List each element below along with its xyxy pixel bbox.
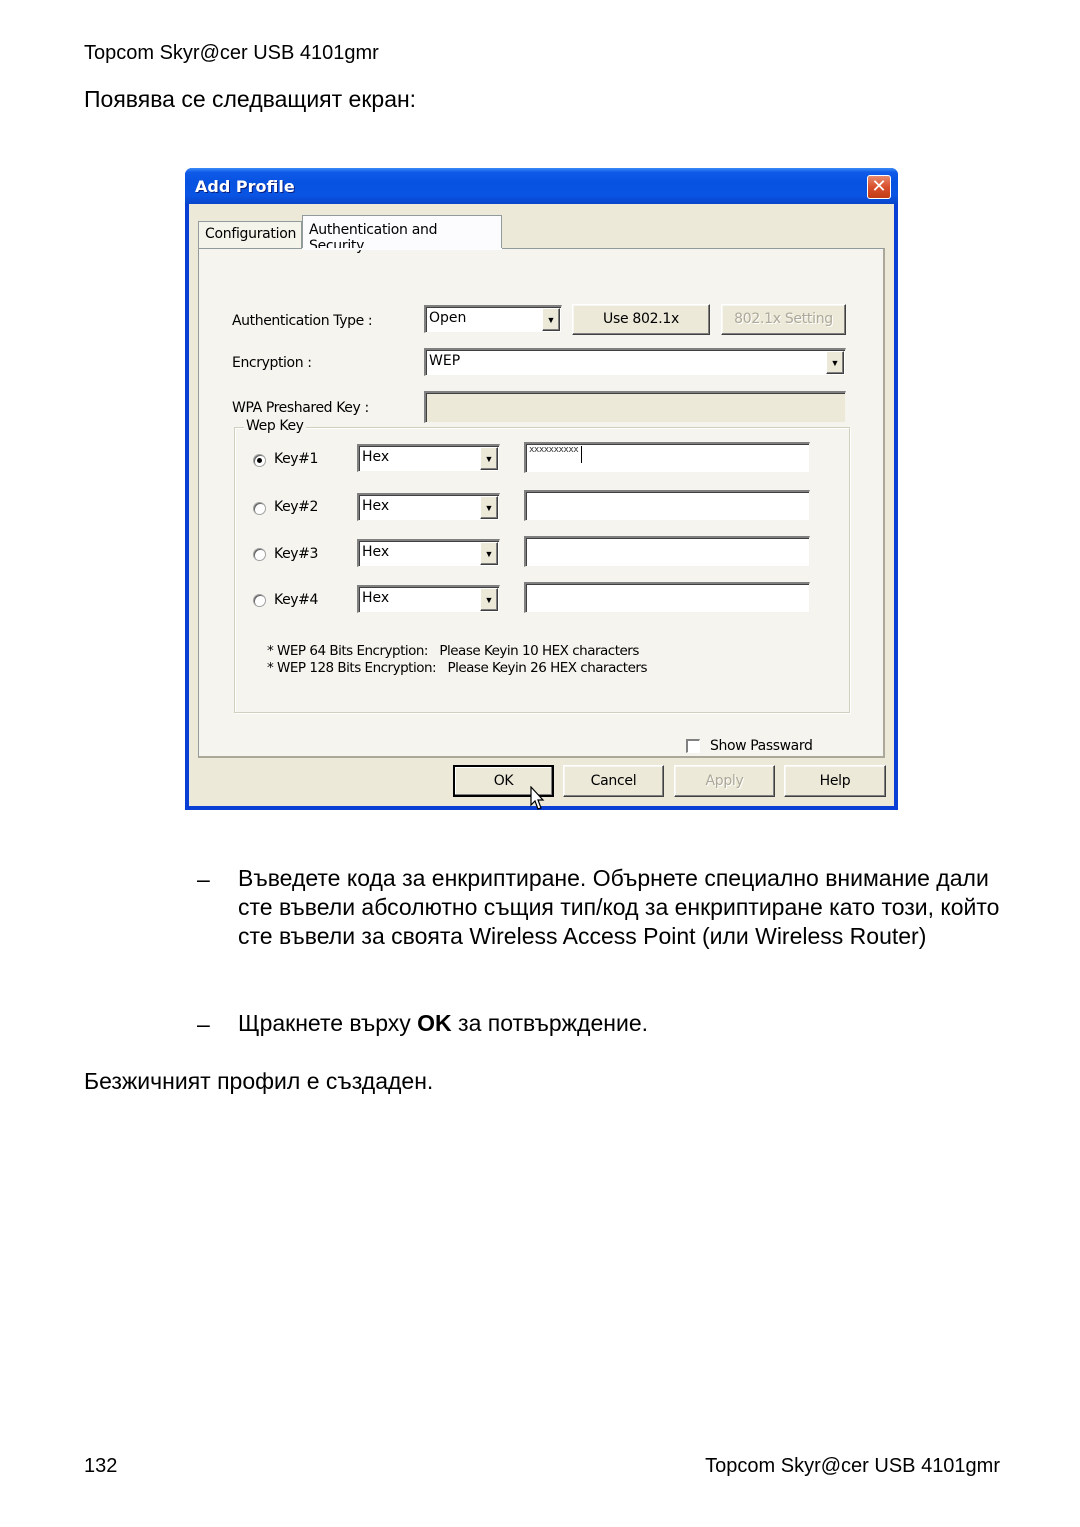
wpa-psk-input[interactable] (424, 391, 846, 423)
bullet-dash: – (197, 866, 210, 892)
key1-format-select[interactable]: Hex ▼ (357, 444, 500, 472)
close-icon: ✕ (871, 176, 887, 197)
encryption-label: Encryption : (232, 355, 312, 371)
chevron-down-icon[interactable]: ▼ (480, 542, 498, 565)
encryption-value: WEP (429, 353, 461, 369)
key3-format-select[interactable]: Hex ▼ (357, 539, 500, 567)
intro-text: Появява се следващият екран: (84, 86, 417, 112)
wpa-psk-label: WPA Preshared Key : (232, 400, 369, 416)
chevron-down-icon[interactable]: ▼ (480, 447, 498, 470)
cancel-button[interactable]: Cancel (563, 765, 664, 797)
8021x-setting-button[interactable]: 802.1x Setting (721, 304, 846, 335)
mouse-pointer-icon (530, 786, 545, 810)
tab-configuration[interactable]: Configuration (198, 221, 302, 248)
key2-radio[interactable] (253, 502, 266, 515)
conclusion-text: Безжичният профил е създаден. (84, 1068, 434, 1094)
key4-format-select[interactable]: Hex ▼ (357, 585, 500, 613)
instruction-click-ok: Щракнете върху OK за потвърждение. (238, 1009, 1008, 1038)
dialog-title: Add Profile (195, 177, 295, 196)
chevron-down-icon[interactable]: ▼ (480, 496, 498, 519)
key3-radio[interactable] (253, 548, 266, 561)
chevron-down-icon[interactable]: ▼ (542, 308, 560, 331)
auth-type-value: Open (429, 310, 467, 326)
key2-input[interactable] (524, 490, 810, 521)
key1-masked-value: xxxxxxxxxx (529, 445, 579, 455)
instruction-click-ok-suffix: за потвърждение. (451, 1010, 648, 1036)
show-password-checkbox[interactable] (686, 739, 700, 753)
key4-radio[interactable] (253, 594, 266, 607)
key3-label: Key#3 (274, 546, 319, 562)
key4-label: Key#4 (274, 592, 319, 608)
bullet-dash: – (197, 1011, 210, 1037)
auth-type-select[interactable]: Open ▼ (424, 305, 562, 333)
footer-title: Topcom Skyr@cer USB 4101gmr (705, 1455, 1000, 1477)
instruction-enter-key: Въведете кода за енкриптиране. Обърнете … (238, 865, 1000, 949)
auth-security-panel: Authentication Type : Open ▼ Use 802.1x … (198, 248, 885, 758)
page-header: Topcom Skyr@cer USB 4101gmr (84, 42, 379, 64)
key1-radio[interactable] (253, 454, 266, 467)
use-8021x-button[interactable]: Use 802.1x (572, 304, 710, 335)
apply-button[interactable]: Apply (674, 765, 775, 797)
instruction-click-ok-prefix: Щракнете върху (238, 1010, 418, 1036)
key4-format-value: Hex (362, 590, 390, 606)
text-caret (581, 446, 582, 463)
close-button[interactable]: ✕ (867, 175, 891, 199)
key4-input[interactable] (524, 582, 810, 613)
tab-authentication-and-security[interactable]: Authentication and Security (302, 215, 502, 254)
show-password-label[interactable]: Show Passward (710, 738, 813, 754)
key2-format-value: Hex (362, 498, 390, 514)
add-profile-dialog: Add Profile ✕ Configuration Authenticati… (185, 168, 898, 810)
key1-input[interactable]: xxxxxxxxxx (524, 442, 810, 473)
key1-format-value: Hex (362, 449, 390, 465)
key3-input[interactable] (524, 536, 810, 567)
wep-key-group-title: Wep Key (244, 418, 306, 434)
key1-label: Key#1 (274, 451, 319, 467)
key2-format-select[interactable]: Hex ▼ (357, 493, 500, 521)
page-number: 132 (84, 1455, 118, 1477)
help-button[interactable]: Help (784, 765, 886, 797)
key3-format-value: Hex (362, 544, 390, 560)
instruction-click-ok-bold: OK (417, 1010, 452, 1036)
wep64-note: * WEP 64 Bits Encryption: Please Keyin 1… (267, 643, 639, 659)
key2-label: Key#2 (274, 499, 319, 515)
wep128-note: * WEP 128 Bits Encryption: Please Keyin … (267, 660, 647, 676)
chevron-down-icon[interactable]: ▼ (480, 588, 498, 611)
chevron-down-icon[interactable]: ▼ (826, 351, 844, 374)
title-bar[interactable]: Add Profile ✕ (185, 168, 898, 204)
encryption-select[interactable]: WEP ▼ (424, 348, 846, 376)
dialog-client-area: Configuration Authentication and Securit… (189, 204, 894, 806)
wep-key-group: Wep Key Key#1 Hex ▼ xxxxxxxxxx Key#2 Hex (234, 418, 850, 713)
auth-type-label: Authentication Type : (232, 313, 373, 329)
